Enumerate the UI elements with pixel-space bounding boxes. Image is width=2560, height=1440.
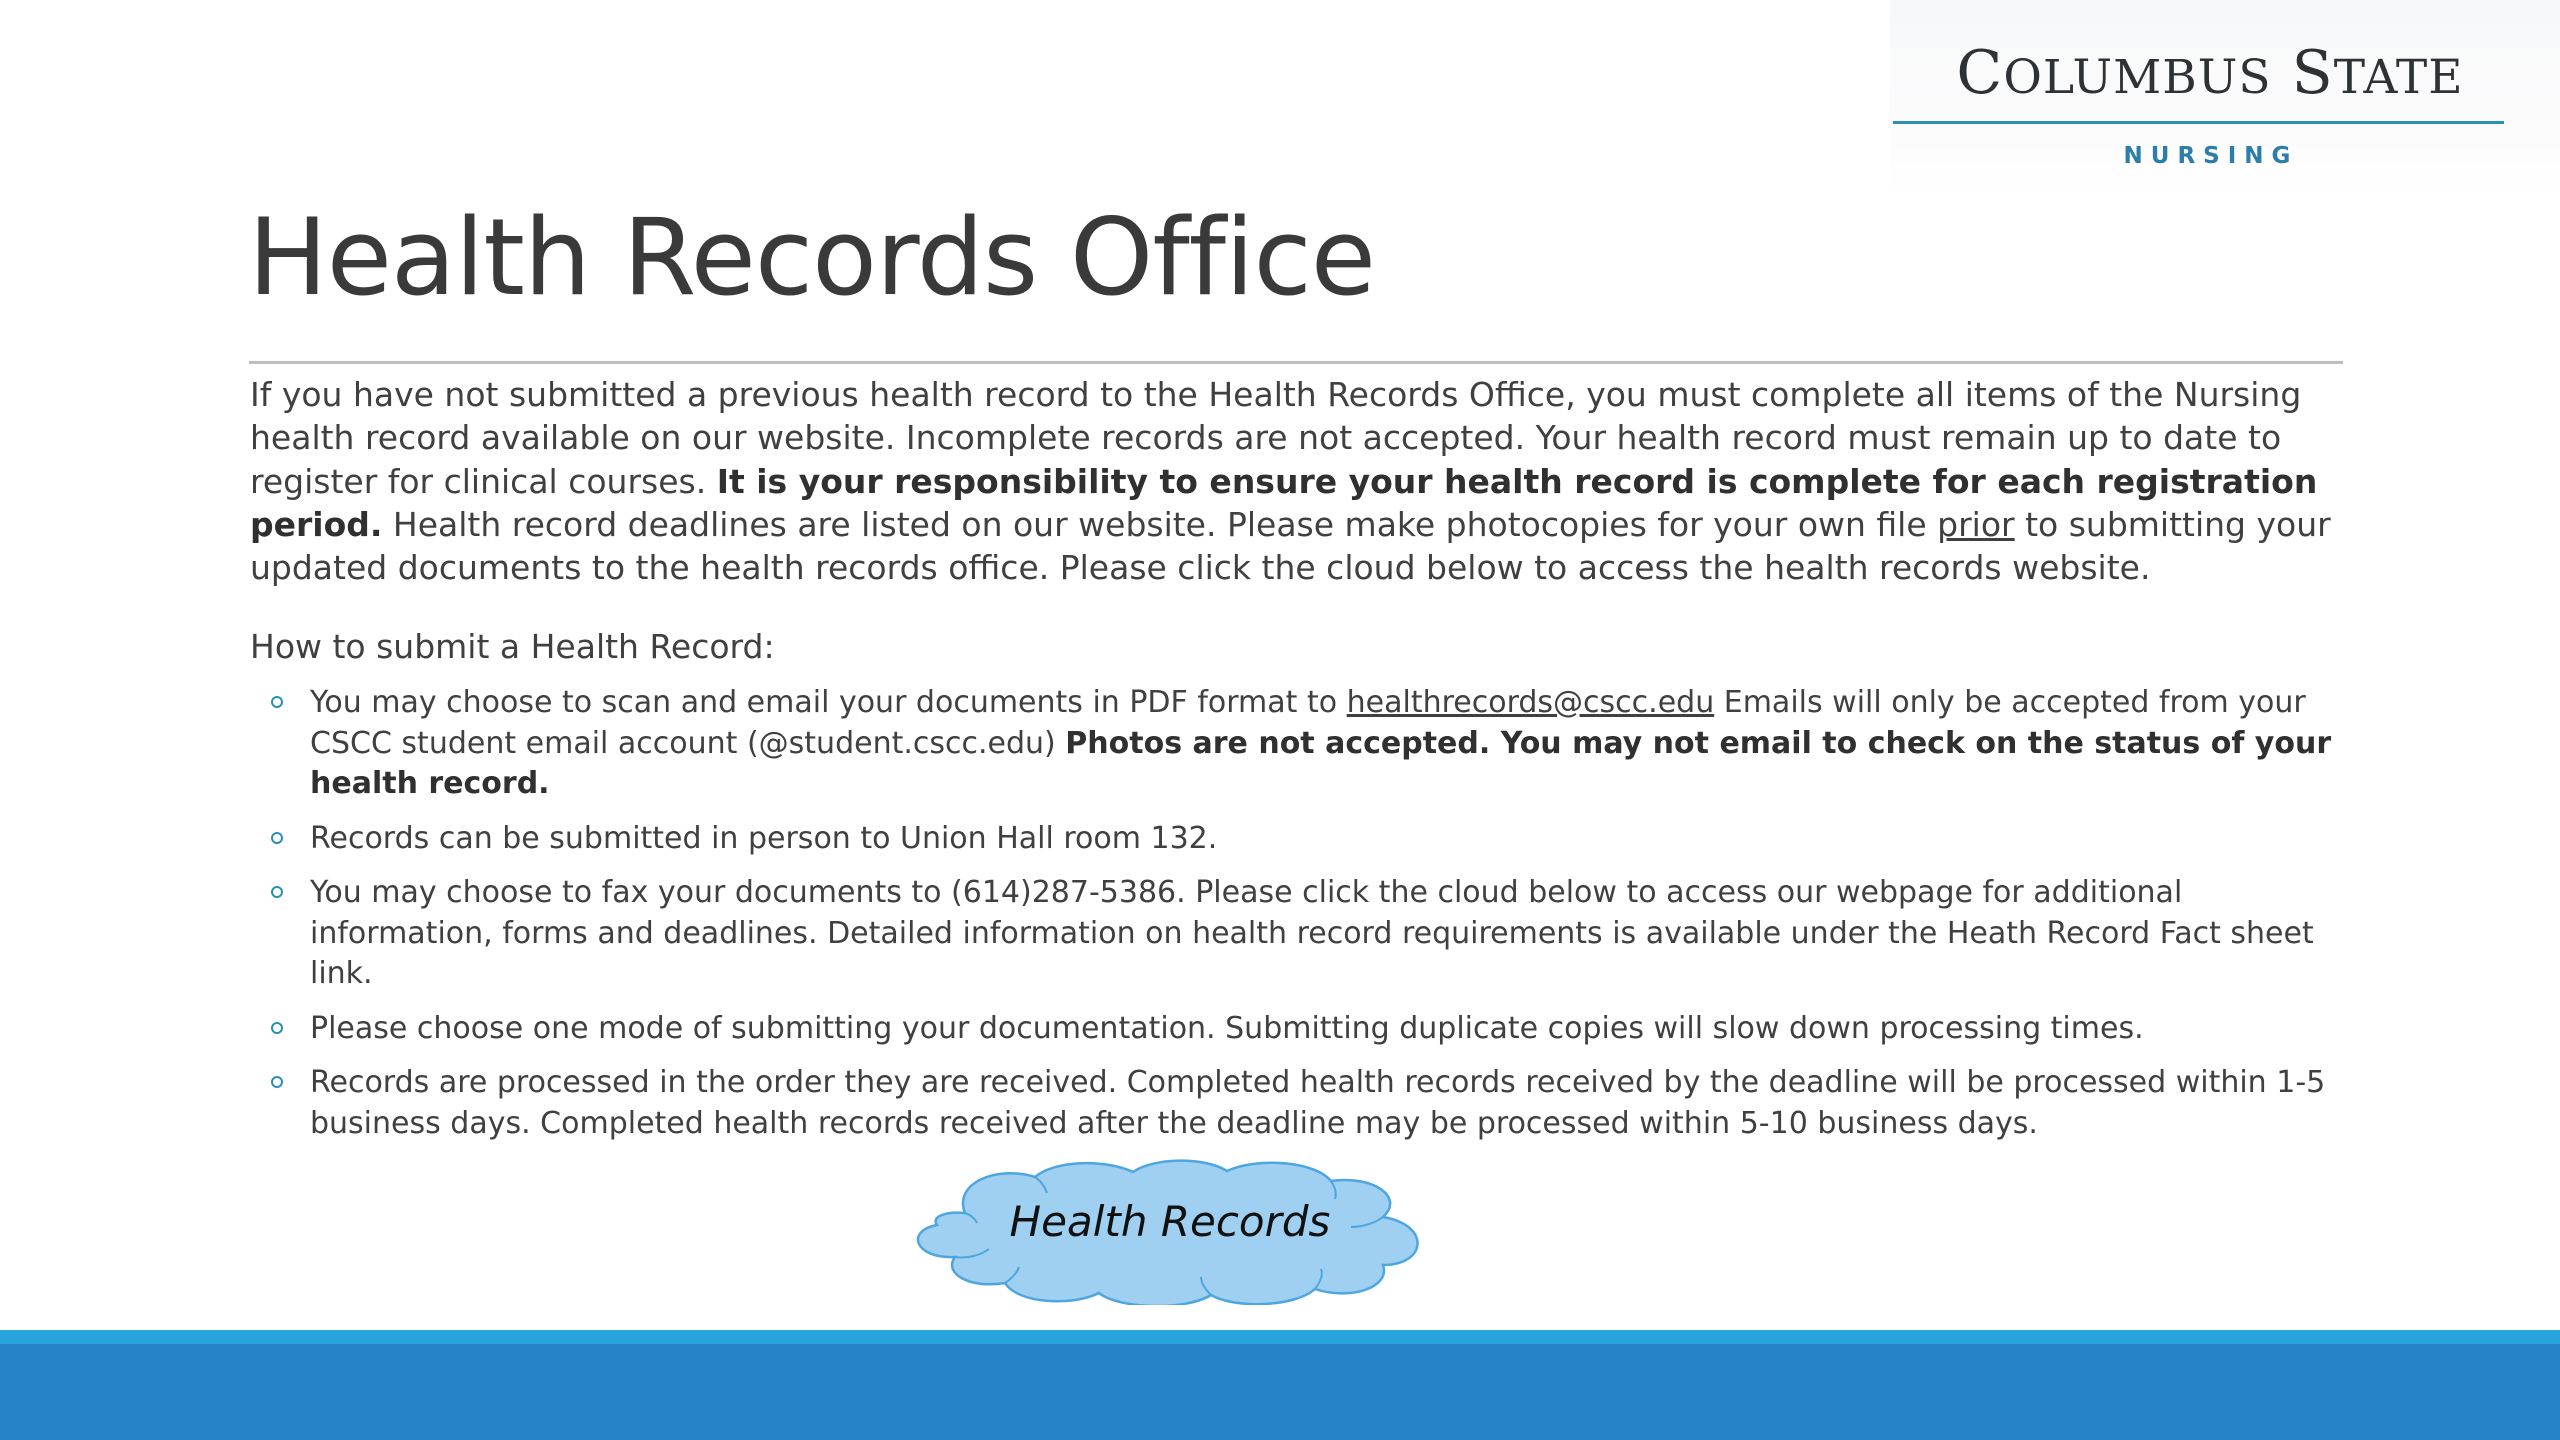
logo-name-initial-1: C xyxy=(1956,38,2004,108)
bullet-circle-icon xyxy=(271,696,283,708)
submission-bullet-list: You may choose to scan and email your do… xyxy=(250,683,2350,1158)
bullet-processing-text: Records are processed in the order they … xyxy=(310,1065,2326,1141)
health-records-cloud-button[interactable]: Health Records xyxy=(905,1155,1435,1305)
bullet-one-mode: Please choose one mode of submitting you… xyxy=(250,1009,2350,1050)
page-title: Health Records Office xyxy=(248,196,1376,319)
bullet-in-person-text: Records can be submitted in person to Un… xyxy=(310,820,1218,856)
intro-paragraph: If you have not submitted a previous hea… xyxy=(250,373,2370,589)
bullet-circle-icon xyxy=(271,1021,283,1034)
footer-band xyxy=(0,1344,2560,1440)
intro-prior-text: prior xyxy=(1937,504,2015,544)
logo-subtitle: NURSING xyxy=(2123,143,2299,169)
how-to-heading: How to submit a Health Record: xyxy=(250,627,775,666)
logo-divider xyxy=(1893,121,2504,124)
bullet-processing: Records are processed in the order they … xyxy=(250,1063,2350,1144)
bullet-email-text-1: You may choose to scan and email your do… xyxy=(310,685,1347,720)
footer-accent-band xyxy=(0,1330,2560,1344)
bullet-one-mode-text: Please choose one mode of submitting you… xyxy=(310,1010,2144,1046)
bullet-circle-icon xyxy=(271,831,283,844)
intro-text-2: Health record deadlines are listed on ou… xyxy=(382,504,1938,544)
logo-name-rest-2: TATE xyxy=(2333,50,2464,105)
title-divider xyxy=(249,361,2343,364)
cloud-button-label: Health Records xyxy=(1009,1197,1331,1246)
logo-name: COLUMBUS STATE xyxy=(1916,38,2504,108)
bullet-circle-icon xyxy=(271,1076,283,1088)
bullet-email: You may choose to scan and email your do… xyxy=(250,683,2350,805)
bullet-circle-icon xyxy=(271,886,283,898)
email-link[interactable]: healthrecords@cscc.edu xyxy=(1347,685,1715,720)
logo-name-rest-1: OLUMBUS xyxy=(2003,50,2272,105)
bullet-fax-text: You may choose to fax your documents to … xyxy=(310,875,2314,991)
logo-name-initial-2: S xyxy=(2291,38,2334,108)
bullet-in-person: Records can be submitted in person to Un… xyxy=(250,819,2350,860)
bullet-fax: You may choose to fax your documents to … xyxy=(250,873,2350,995)
